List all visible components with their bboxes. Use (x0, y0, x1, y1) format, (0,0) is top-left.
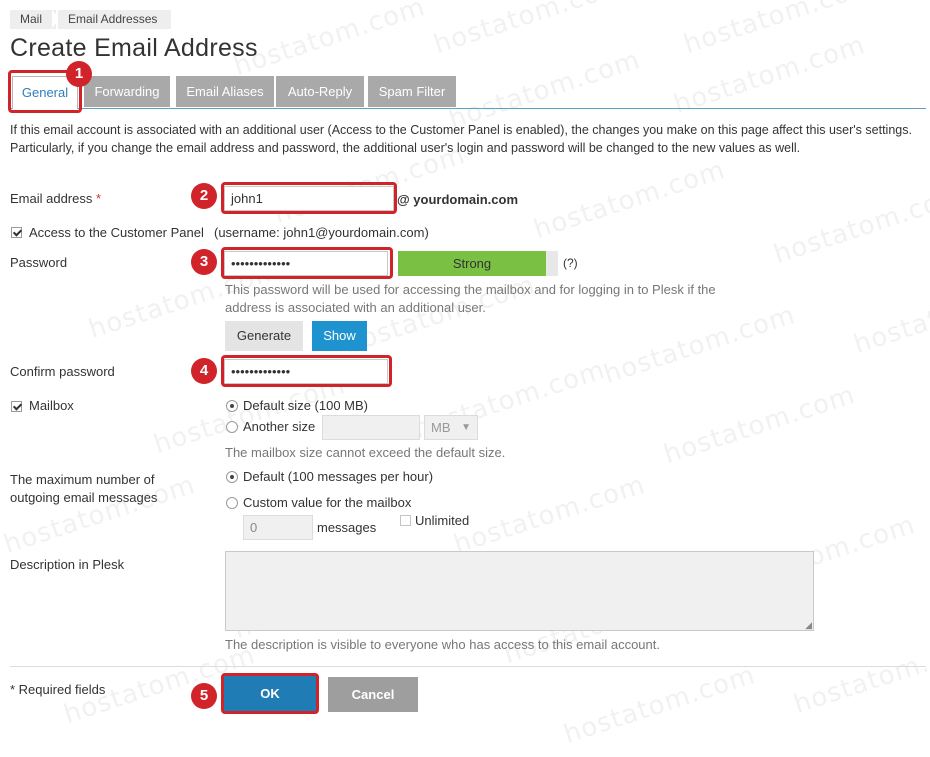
generate-password-button[interactable]: Generate (225, 321, 303, 351)
password-strength-bar: Strong (398, 251, 546, 276)
outgoing-unlimited-label: Unlimited (415, 513, 470, 528)
callout-badge-2: 2 (191, 183, 217, 209)
page-title: Create Email Address (10, 34, 258, 62)
mailbox-size-hint: The mailbox size cannot exceed the defau… (225, 445, 506, 460)
mailbox-default-size-label: Default size (100 MB) (243, 398, 368, 413)
password-hint: This password will be used for accessing… (225, 282, 716, 315)
watermark-text: hostatom.com (680, 0, 880, 61)
mailbox-size-unit-select[interactable]: MB ▼ (424, 415, 478, 440)
customer-panel-label: Access to the Customer Panel (29, 225, 204, 240)
watermark-text: hostatom.com (530, 154, 730, 246)
tab-auto-reply[interactable]: Auto-Reply (276, 76, 364, 107)
email-local-part-input[interactable]: john1 (224, 186, 394, 211)
customer-panel-checkbox[interactable] (11, 227, 22, 238)
watermark-text: hostatom.com (230, 0, 430, 83)
watermark-text: hostatom.com (850, 269, 930, 361)
watermark-text: hostatom.com (450, 469, 650, 561)
callout-badge-4: 4 (191, 358, 217, 384)
show-password-button[interactable]: Show (312, 321, 367, 351)
mailbox-size-input[interactable] (322, 415, 420, 440)
tab-forwarding[interactable]: Forwarding (84, 76, 170, 107)
mailbox-size-unit-value: MB (431, 420, 451, 435)
resize-handle-icon[interactable]: ◢ (805, 621, 812, 630)
tab-bar-underline (10, 108, 926, 109)
watermark-text: hostatom.com (560, 659, 760, 751)
mailbox-checkbox[interactable] (11, 401, 22, 412)
outgoing-unlimited-checkbox[interactable] (400, 515, 411, 526)
watermark-text: hostatom.com (790, 629, 930, 721)
outgoing-custom-label: Custom value for the mailbox (243, 495, 412, 510)
confirm-password-input[interactable]: ••••••••••••• (224, 359, 388, 384)
footer-divider (10, 666, 926, 667)
outgoing-messages-label: messages (317, 520, 377, 535)
callout-badge-5: 5 (191, 683, 217, 709)
breadcrumb-item-mail[interactable]: Mail (10, 10, 57, 29)
watermark-text: hostatom.com (430, 0, 630, 61)
mailbox-label: Mailbox (29, 398, 74, 413)
password-input[interactable]: ••••••••••••• (224, 251, 388, 276)
email-domain-label: @ yourdomain.com (397, 192, 519, 207)
required-fields-note: * Required fields (10, 682, 106, 697)
description-hint: The description is visible to everyone w… (225, 637, 660, 652)
mailbox-another-size-label: Another size (243, 419, 316, 434)
outgoing-limit-label-line1: The maximum number of (10, 472, 155, 487)
password-help-link[interactable]: (?) (563, 256, 578, 270)
password-strength-track: Strong (398, 251, 558, 276)
watermark-text: hostatom.com (770, 179, 930, 271)
customer-panel-username: (username: john1@yourdomain.com) (214, 225, 429, 240)
email-address-label-text: Email address (10, 191, 93, 206)
tab-email-aliases[interactable]: Email Aliases (176, 76, 274, 107)
confirm-password-label: Confirm password (10, 364, 115, 379)
outgoing-limit-label-line2: outgoing email messages (10, 490, 158, 505)
required-mark: * (96, 191, 102, 206)
outgoing-default-radio[interactable] (226, 471, 238, 483)
breadcrumb-item-email-addresses[interactable]: Email Addresses (58, 10, 172, 29)
description-textarea[interactable]: ◢ (225, 551, 814, 631)
email-address-label: Email address * (10, 191, 101, 206)
callout-badge-3: 3 (191, 249, 217, 275)
tab-spam-filter[interactable]: Spam Filter (368, 76, 456, 107)
breadcrumb-separator (163, 10, 171, 28)
outgoing-custom-radio[interactable] (226, 497, 238, 509)
description-label: Description in Plesk (10, 557, 125, 572)
intro-text: If this email account is associated with… (10, 123, 912, 155)
callout-badge-1: 1 (66, 61, 92, 87)
ok-button[interactable]: OK (224, 676, 316, 711)
password-label: Password (10, 255, 68, 270)
watermark-text: hostatom.com (660, 379, 860, 471)
mailbox-default-size-radio[interactable] (226, 400, 238, 412)
mailbox-another-size-radio[interactable] (226, 421, 238, 433)
outgoing-default-label: Default (100 messages per hour) (243, 469, 434, 484)
outgoing-custom-value-input[interactable]: 0 (243, 515, 313, 540)
chevron-down-icon: ▼ (461, 422, 471, 433)
watermark-text: hostatom.com (670, 29, 870, 121)
cancel-button[interactable]: Cancel (328, 677, 418, 712)
